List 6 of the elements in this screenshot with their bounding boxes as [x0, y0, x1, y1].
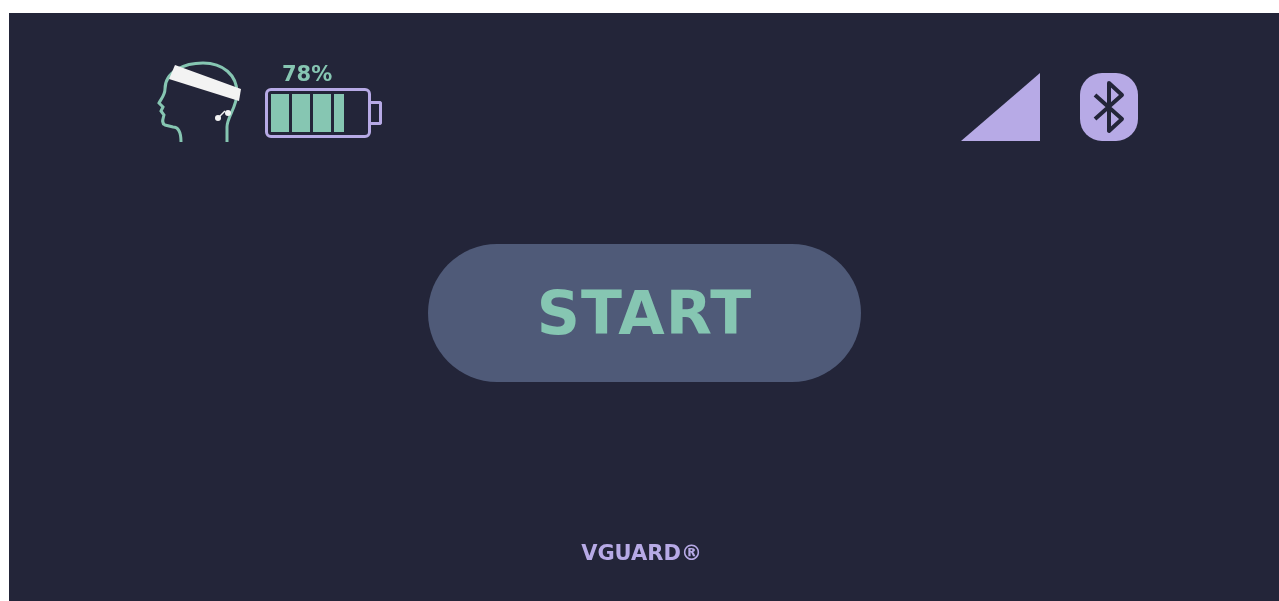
brand-name: VGUARD® [581, 541, 702, 565]
signal-icon [961, 73, 1040, 141]
battery-percentage: 78% [282, 62, 333, 86]
battery-icon [265, 88, 382, 138]
bluetooth-icon [1080, 73, 1138, 141]
start-button[interactable]: START [428, 244, 861, 382]
